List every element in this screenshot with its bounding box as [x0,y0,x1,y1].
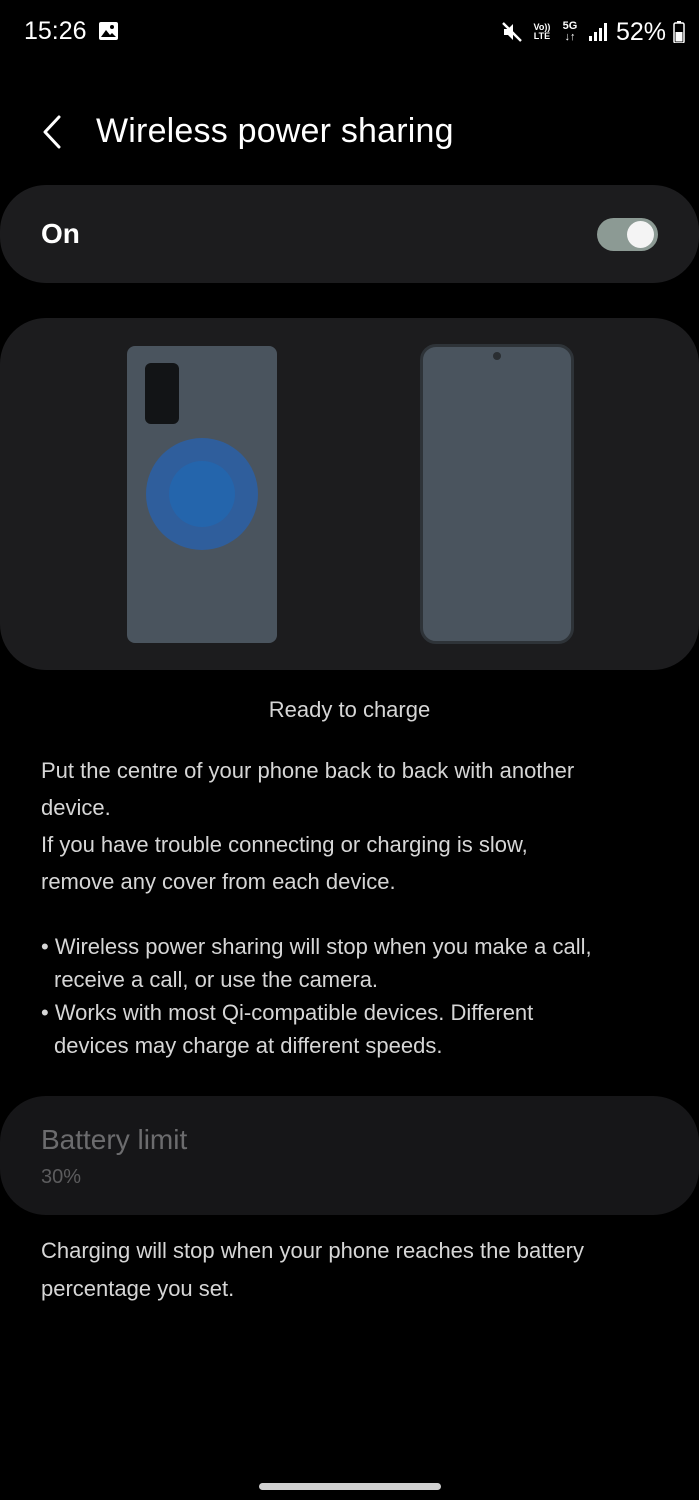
instruction-line: Put the centre of your phone back to bac… [41,758,575,783]
network-activity: ↓↑ [564,31,576,43]
page-title: Wireless power sharing [96,112,454,150]
toggle-knob [627,221,654,248]
network-indicator: 5G ↓↑ [560,21,580,43]
note-line: receive a call, or use the camera. [54,967,379,992]
front-camera-dot [493,352,501,360]
battery-limit-row[interactable]: Battery limit 30% [0,1096,699,1215]
master-toggle-switch[interactable] [597,218,658,251]
master-switch-row[interactable]: On [0,185,699,283]
gallery-icon [99,22,118,40]
status-icons: Vo)) LTE 5G ↓↑ 52% [500,14,685,50]
battery-icon [673,21,685,43]
chevron-left-icon [43,115,61,149]
volte-bottom: LTE [533,31,551,41]
instruction-line: If you have trouble connecting or chargi… [41,832,528,857]
notes-list: • Wireless power sharing will stop when … [41,930,681,1062]
charging-coil-inner [169,461,235,527]
status-bar: 15:26 Vo)) LTE 5G ↓↑ 52% [0,0,699,64]
phone-front-illustration [420,344,574,644]
signal-icon [588,23,607,41]
note-line: • Wireless power sharing will stop when … [41,934,592,959]
back-button[interactable] [28,108,76,156]
instruction-line: remove any cover from each device. [41,869,396,894]
instruction-line: device. [41,795,111,820]
battery-limit-footnote: Charging will stop when your phone reach… [41,1232,671,1308]
footnote-line: percentage you set. [41,1276,235,1301]
instructions-text: Put the centre of your phone back to bac… [41,752,671,900]
mute-icon [502,22,522,42]
battery-limit-title: Battery limit [41,1124,188,1155]
camera-module-illustration [145,363,179,424]
note-line: • Works with most Qi-compatible devices.… [41,1000,534,1025]
battery-percent: 52% [615,17,666,46]
note-line: devices may charge at different speeds. [54,1033,443,1058]
charge-status-caption: Ready to charge [268,697,431,722]
illustration-card [0,318,699,670]
footnote-line: Charging will stop when your phone reach… [41,1238,584,1263]
battery-limit-value: 30% [41,1166,82,1188]
volte-indicator: Vo)) LTE [531,23,553,41]
app-header: Wireless power sharing [0,96,699,168]
status-time: 15:26 [24,17,87,45]
master-switch-label: On [41,218,80,249]
home-indicator[interactable] [259,1483,441,1490]
